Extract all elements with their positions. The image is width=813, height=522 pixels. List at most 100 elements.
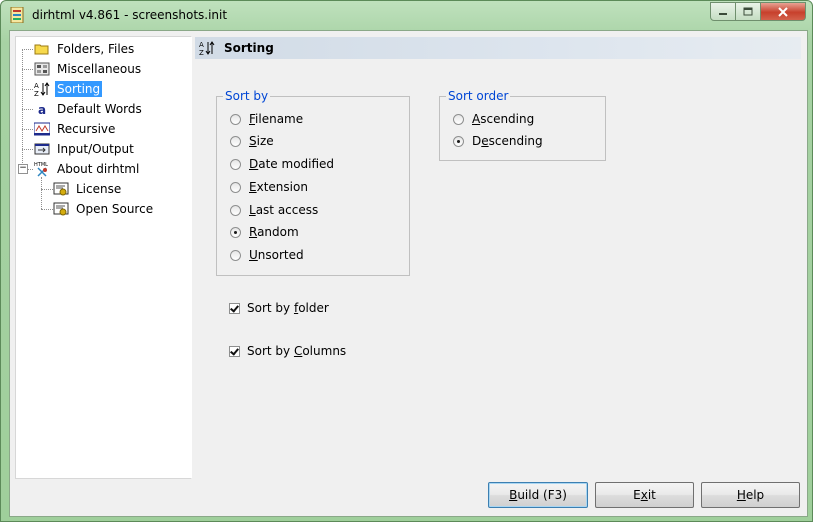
sort-order-group: Sort order Ascending Descending [439, 89, 606, 161]
tree-item-label: Input/Output [57, 142, 134, 156]
tree-item-sorting[interactable]: AZ Sorting [34, 80, 103, 98]
radio-filename[interactable]: Filename [230, 111, 303, 127]
radio-last-access[interactable]: Last access [230, 202, 318, 218]
svg-text:Z: Z [34, 90, 39, 97]
title-bar[interactable]: dirhtml v4.861 - screenshots.init [1, 1, 812, 29]
tree-item-about-dirhtml[interactable]: HTML About dirhtml [34, 160, 141, 178]
option-label: Last access [249, 203, 319, 217]
radio-button[interactable] [230, 226, 241, 238]
tree-line [41, 209, 53, 210]
tree-item-label: Open Source [76, 202, 154, 216]
maximize-icon [743, 7, 753, 16]
tree-line [22, 129, 33, 130]
option-label: Sort by Columns [247, 344, 347, 358]
text-a-icon: a [34, 101, 50, 117]
radio-button[interactable] [230, 135, 241, 147]
sort-az-icon: AZ [199, 40, 215, 57]
radio-unsorted[interactable]: Unsorted [230, 247, 304, 263]
recursive-wave-icon [33, 121, 51, 137]
caption-buttons [710, 2, 806, 21]
window-title: dirhtml v4.861 - screenshots.init [32, 8, 228, 22]
panel-header: AZ Sorting [195, 37, 801, 59]
tree-item-label: License [76, 182, 122, 196]
panel-title: Sorting [224, 41, 274, 55]
tree-item-folders-files[interactable]: Folders, Files [34, 40, 136, 58]
tree-line [22, 49, 33, 50]
maximize-button[interactable] [736, 2, 761, 21]
sort-by-group: Sort by Filename Size Date modified Exte… [216, 89, 410, 276]
dirhtml-app-icon [10, 6, 24, 24]
close-button[interactable] [761, 2, 806, 21]
checkbox[interactable] [229, 345, 240, 357]
tree-item-label: About dirhtml [57, 162, 140, 176]
build-button[interactable]: Build (F3) [488, 482, 588, 508]
svg-text:Z: Z [199, 49, 204, 56]
minimize-icon [719, 12, 727, 15]
tree-line [41, 177, 42, 209]
sort-az-icon: AZ [34, 81, 50, 98]
group-title: Sort order [446, 89, 511, 103]
button-label: Help [736, 488, 765, 502]
svg-text:HTML: HTML [34, 162, 48, 168]
button-label: Exit [633, 488, 656, 502]
tree-item-open-source[interactable]: Open Source [53, 200, 155, 218]
radio-random[interactable]: Random [230, 224, 299, 240]
folder-icon [34, 41, 50, 57]
radio-ascending[interactable]: Ascending [453, 111, 534, 127]
radio-button[interactable] [230, 158, 241, 170]
radio-extension[interactable]: Extension [230, 179, 308, 195]
tree-item-default-words[interactable]: a Default Words [34, 100, 144, 118]
radio-button[interactable] [453, 113, 464, 125]
radio-button[interactable] [453, 135, 464, 147]
app-window: dirhtml v4.861 - screenshots.init − Fold… [0, 0, 813, 522]
help-button[interactable]: Help [701, 482, 800, 508]
radio-descending[interactable]: Descending [453, 133, 543, 149]
sort-by-columns-checkbox[interactable]: Sort by Columns [229, 343, 346, 359]
certificate-icon [53, 201, 69, 217]
exit-button[interactable]: Exit [595, 482, 694, 508]
radio-button[interactable] [230, 204, 241, 216]
radio-button[interactable] [230, 113, 241, 125]
radio-date-modified[interactable]: Date modified [230, 156, 334, 172]
svg-text:A: A [34, 82, 39, 90]
radio-button[interactable] [230, 249, 241, 261]
option-label: Extension [249, 180, 308, 194]
tree-item-label: Miscellaneous [57, 62, 142, 76]
svg-text:A: A [199, 41, 204, 49]
minimize-button[interactable] [710, 2, 736, 21]
tree-item-label: Default Words [57, 102, 142, 116]
tree-line [22, 89, 33, 90]
option-label: Ascending [472, 112, 535, 126]
dialog-client-area: − Folders, Files Miscellaneous AZ Sortin… [9, 30, 808, 517]
tree-line [41, 189, 53, 190]
tree-line [22, 69, 33, 70]
tree-line [22, 109, 33, 110]
radio-button[interactable] [230, 181, 241, 193]
settings-tree[interactable]: − Folders, Files Miscellaneous AZ Sortin… [15, 36, 192, 479]
tree-item-input-output[interactable]: Input/Output [34, 140, 136, 158]
tree-item-miscellaneous[interactable]: Miscellaneous [34, 60, 143, 78]
option-label: Descending [472, 134, 543, 148]
sort-by-folder-checkbox[interactable]: Sort by folder [229, 300, 329, 316]
checkbox[interactable] [229, 302, 240, 314]
group-title: Sort by [223, 89, 271, 103]
collapse-toggle[interactable]: − [18, 164, 28, 174]
tree-item-recursive[interactable]: Recursive [33, 120, 117, 138]
certificate-icon [53, 181, 69, 197]
option-label: Size [249, 134, 274, 148]
option-label: Filename [249, 112, 304, 126]
option-label: Unsorted [249, 248, 304, 262]
radio-size[interactable]: Size [230, 133, 274, 149]
button-label: Build (F3) [509, 488, 567, 502]
tree-line [22, 149, 33, 150]
html-about-icon: HTML [34, 161, 50, 177]
settings-grid-icon [34, 61, 50, 77]
option-label: Random [249, 225, 299, 239]
tree-item-label: Folders, Files [57, 42, 135, 56]
tree-item-license[interactable]: License [53, 180, 123, 198]
input-output-icon [34, 141, 50, 157]
svg-text:a: a [38, 103, 46, 117]
option-label: Sort by folder [247, 301, 329, 315]
tree-item-label: Recursive [57, 122, 116, 136]
option-label: Date modified [249, 157, 335, 171]
